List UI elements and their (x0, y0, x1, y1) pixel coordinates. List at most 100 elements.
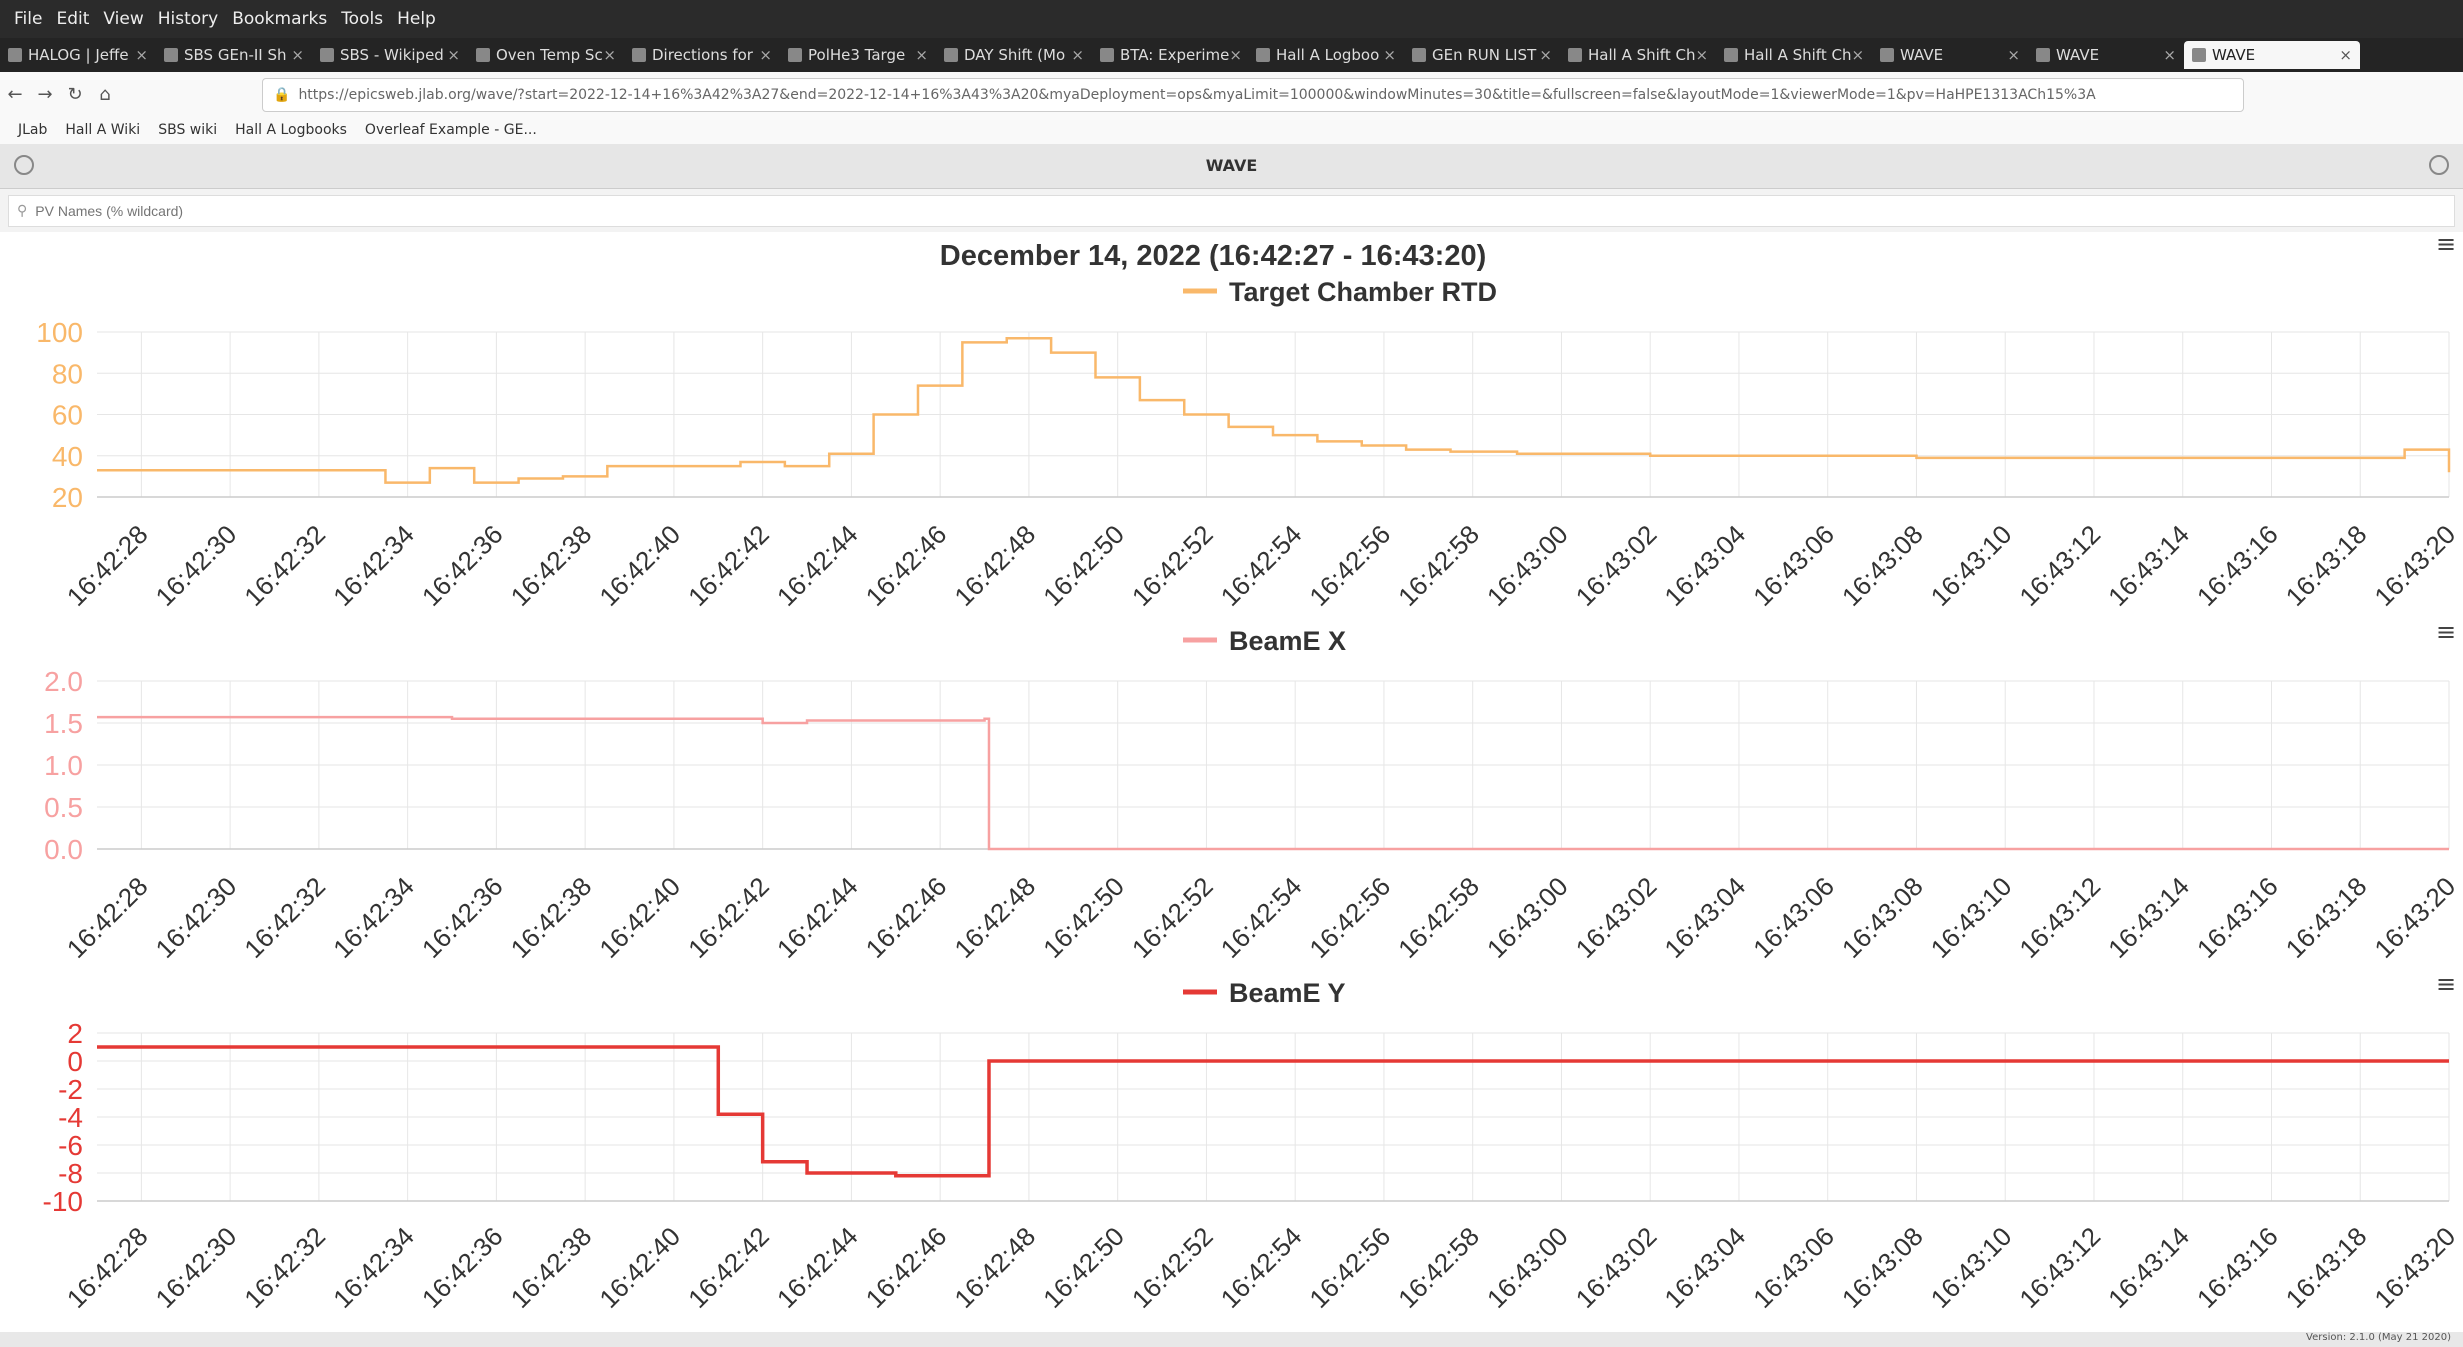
tab-strip: HALOG | Jeffe × SBS GEn-II Sh × SBS - Wiki… (0, 38, 2463, 72)
x-tick-label: 16:42:36 (416, 1221, 509, 1314)
back-icon[interactable]: ← (0, 84, 30, 105)
pv-search[interactable]: ⚲ (8, 195, 2455, 227)
favicon-icon (320, 48, 334, 62)
close-icon[interactable]: × (2007, 46, 2020, 64)
menu-icon[interactable]: ≡ (2436, 970, 2456, 998)
menu-bookmarks[interactable]: Bookmarks (232, 9, 327, 29)
close-icon[interactable]: × (1695, 46, 1708, 64)
tab-label: SBS - Wikiped (340, 46, 444, 64)
tab-label: GEn RUN LIST (1432, 46, 1537, 64)
x-tick-label: 16:42:56 (1303, 1221, 1396, 1314)
close-icon[interactable]: × (915, 46, 928, 64)
y-tick-label: 2 (67, 1018, 83, 1049)
lock-icon: 🔒 (273, 87, 291, 103)
x-tick-label: 16:42:40 (593, 1221, 686, 1314)
close-icon[interactable]: × (2163, 46, 2176, 64)
x-tick-label: 16:43:10 (1925, 871, 2018, 964)
favicon-icon (1724, 48, 1738, 62)
tab-bta[interactable]: BTA: Experime × (1092, 41, 1248, 69)
tab-wave-active[interactable]: WAVE × (2184, 41, 2360, 69)
x-tick-label: 16:43:08 (1836, 519, 1929, 612)
x-tick-label: 16:42:50 (1037, 1221, 1130, 1314)
tab-sbs-wiki[interactable]: SBS - Wikiped × (312, 41, 468, 69)
bookmark-overleaf[interactable]: Overleaf Example - GE... (365, 122, 537, 138)
tab-sbs-gen[interactable]: SBS GEn-II Sh × (156, 41, 312, 69)
x-tick-label: 16:42:32 (238, 871, 331, 964)
menu-history[interactable]: History (158, 9, 218, 29)
x-tick-label: 16:42:40 (593, 519, 686, 612)
y-tick-label: 2.0 (44, 666, 83, 697)
menu-help[interactable]: Help (397, 9, 436, 29)
x-tick-label: 16:42:54 (1215, 519, 1308, 612)
home-icon[interactable]: ⌂ (90, 84, 120, 105)
tab-day-shift[interactable]: DAY Shift (Mo × (936, 41, 1092, 69)
x-tick-label: 16:42:40 (593, 871, 686, 964)
tab-directions[interactable]: Directions for × (624, 41, 780, 69)
menu-file[interactable]: File (14, 9, 42, 29)
y-tick-label: 100 (36, 317, 83, 348)
tab-wave-2[interactable]: WAVE × (2028, 41, 2184, 69)
app-title: WAVE (1205, 156, 1258, 175)
favicon-icon (2036, 48, 2050, 62)
close-icon[interactable]: × (1229, 46, 1242, 64)
close-icon[interactable]: × (603, 46, 616, 64)
chart-title: December 14, 2022 (16:42:27 - 16:43:20) (940, 240, 1487, 272)
settings-icon[interactable] (2429, 155, 2449, 175)
x-tick-label: 16:42:38 (505, 871, 598, 964)
x-tick-label: 16:43:08 (1836, 1221, 1929, 1314)
y-tick-label: 80 (52, 358, 83, 389)
x-tick-label: 16:42:52 (1126, 519, 1219, 612)
x-tick-label: 16:42:56 (1303, 871, 1396, 964)
tab-gen-run-list[interactable]: GEn RUN LIST × (1404, 41, 1560, 69)
x-tick-label: 16:43:04 (1658, 519, 1751, 612)
tab-label: DAY Shift (Mo (964, 46, 1066, 64)
tab-label: PolHe3 Targe (808, 46, 906, 64)
menu-view[interactable]: View (103, 9, 143, 29)
pv-search-input[interactable] (33, 202, 2438, 220)
close-icon[interactable]: × (759, 46, 772, 64)
bookmark-hall-a-wiki[interactable]: Hall A Wiki (65, 122, 140, 138)
close-icon[interactable]: × (1539, 46, 1552, 64)
bookmark-sbs-wiki[interactable]: SBS wiki (158, 122, 217, 138)
x-tick-label: 16:42:38 (505, 519, 598, 612)
tab-hall-a-logbook[interactable]: Hall A Logboo × (1248, 41, 1404, 69)
x-tick-label: 16:42:32 (238, 519, 331, 612)
y-tick-label: 40 (52, 441, 83, 472)
bookmark-hall-a-logbooks[interactable]: Hall A Logbooks (235, 122, 347, 138)
x-tick-label: 16:43:12 (2013, 519, 2106, 612)
menu-edit[interactable]: Edit (56, 9, 89, 29)
reload-icon[interactable]: ↻ (60, 84, 90, 105)
favicon-icon (8, 48, 22, 62)
close-icon[interactable]: × (291, 46, 304, 64)
tab-label: WAVE (2056, 46, 2100, 64)
tab-oven-temp[interactable]: Oven Temp Sc × (468, 41, 624, 69)
legend-label: Target Chamber RTD (1229, 277, 1497, 307)
x-tick-label: 16:42:52 (1126, 1221, 1219, 1314)
menu-icon[interactable]: ≡ (2436, 230, 2456, 258)
wave-header: WAVE (0, 144, 2463, 189)
tab-wave-1[interactable]: WAVE × (1872, 41, 2028, 69)
series-line (97, 336, 2451, 484)
close-icon[interactable]: × (1383, 46, 1396, 64)
tab-polhe3[interactable]: PolHe3 Targe × (780, 41, 936, 69)
url-bar[interactable]: 🔒 https://epicsweb.jlab.org/wave/?start=… (262, 78, 2244, 112)
search-icon: ⚲ (17, 203, 28, 219)
x-tick-label: 16:42:44 (771, 1221, 864, 1314)
bookmark-jlab[interactable]: JLab (18, 122, 47, 138)
close-icon[interactable]: × (1071, 46, 1084, 64)
forward-icon[interactable]: → (30, 84, 60, 105)
tab-hall-a-shift-2[interactable]: Hall A Shift Ch × (1716, 41, 1872, 69)
favicon-icon (1256, 48, 1270, 62)
menu-icon[interactable]: ≡ (2436, 618, 2456, 646)
tab-hall-a-shift-1[interactable]: Hall A Shift Ch × (1560, 41, 1716, 69)
close-icon[interactable]: × (2339, 46, 2352, 64)
y-tick-label: -10 (43, 1186, 83, 1217)
tab-halog[interactable]: HALOG | Jeffe × (0, 41, 156, 69)
close-icon[interactable]: × (1851, 46, 1864, 64)
x-tick-label: 16:42:58 (1392, 871, 1485, 964)
close-icon[interactable]: × (447, 46, 460, 64)
favicon-icon (2192, 48, 2206, 62)
close-icon[interactable]: × (135, 46, 148, 64)
menu-tools[interactable]: Tools (341, 9, 383, 29)
y-tick-label: -6 (58, 1130, 83, 1161)
